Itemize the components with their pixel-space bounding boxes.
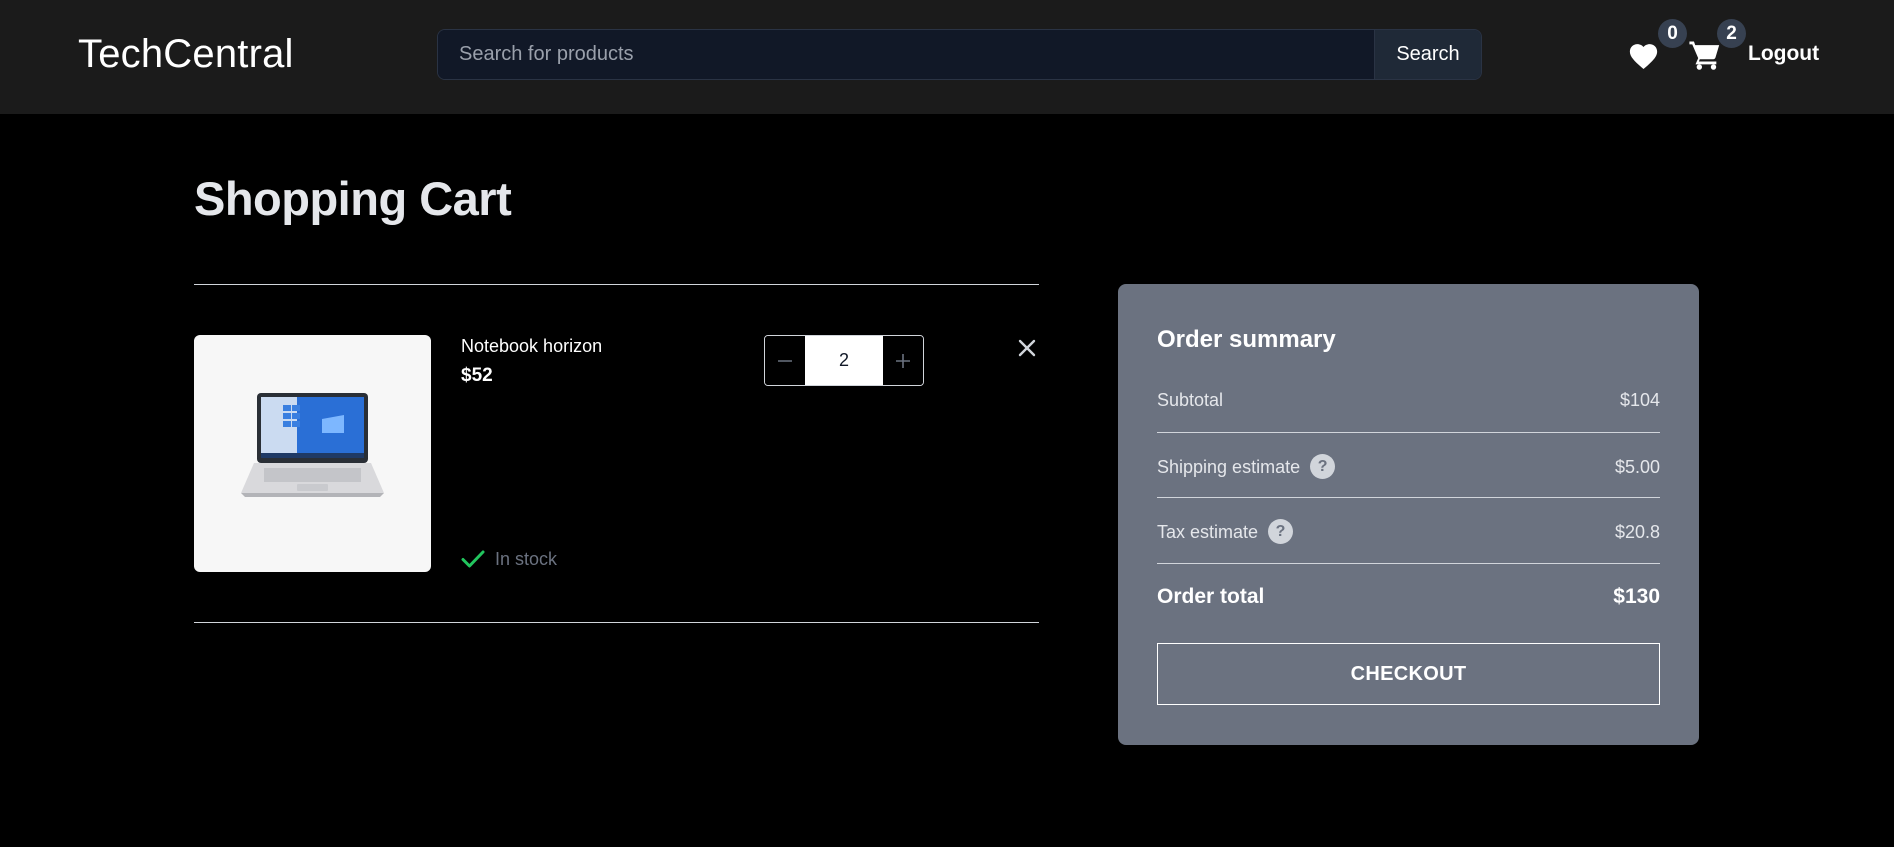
quantity-stepper — [764, 335, 924, 386]
increase-quantity-button[interactable] — [883, 336, 923, 385]
shipping-value: $5.00 — [1614, 456, 1660, 477]
tax-row: Tax estimate ? $20.8 — [1157, 519, 1660, 544]
product-price: $52 — [461, 365, 493, 386]
top-navbar: TechCentral Search 0 2 Logout — [0, 0, 1894, 114]
minus-icon — [778, 359, 792, 362]
search-button[interactable]: Search — [1374, 30, 1481, 79]
wishlist-count-badge: 0 — [1658, 19, 1687, 48]
decrease-quantity-button[interactable] — [765, 336, 805, 385]
remove-item-button[interactable] — [1015, 336, 1039, 360]
page-title: Shopping Cart — [194, 172, 512, 225]
subtotal-value: $104 — [1619, 390, 1660, 410]
summary-divider — [1157, 497, 1660, 498]
check-icon — [461, 550, 485, 568]
brand-logo[interactable]: TechCentral — [78, 30, 294, 78]
product-name-link[interactable]: Notebook horizon — [461, 334, 602, 358]
stock-status-text: In stock — [495, 549, 558, 569]
tax-help-icon[interactable]: ? — [1268, 519, 1294, 544]
order-summary-panel: Order summary Subtotal $104 Shipping est… — [1118, 284, 1699, 745]
shipping-row: Shipping estimate ? $5.00 — [1157, 454, 1660, 479]
cart-divider-bottom — [194, 622, 1039, 623]
search-form: Search — [437, 29, 1482, 80]
stock-status: In stock — [461, 547, 557, 571]
summary-divider — [1157, 432, 1660, 433]
shipping-label: Shipping estimate — [1157, 456, 1301, 477]
cart-count-badge: 2 — [1717, 19, 1746, 48]
checkout-button[interactable]: CHECKOUT — [1157, 643, 1660, 705]
subtotal-row: Subtotal $104 — [1157, 388, 1660, 412]
search-input[interactable] — [438, 30, 1374, 79]
order-summary-title: Order summary — [1157, 326, 1336, 353]
cart-icon[interactable] — [1688, 39, 1722, 71]
heart-icon[interactable] — [1627, 40, 1660, 70]
close-icon — [1018, 339, 1036, 357]
shipping-help-icon[interactable]: ? — [1310, 454, 1336, 479]
summary-divider — [1157, 563, 1660, 564]
order-total-row: Order total $130 — [1157, 585, 1660, 609]
order-total-value: $130 — [1613, 585, 1660, 608]
plus-icon — [896, 353, 910, 368]
tax-label: Tax estimate — [1157, 521, 1259, 542]
tax-value: $20.8 — [1614, 521, 1660, 542]
quantity-input[interactable] — [805, 336, 883, 385]
tax-label-group: Tax estimate ? — [1157, 519, 1294, 544]
product-image[interactable] — [194, 335, 431, 572]
order-total-label: Order total — [1157, 585, 1265, 608]
subtotal-label: Subtotal — [1157, 390, 1224, 410]
shipping-label-group: Shipping estimate ? — [1157, 454, 1336, 479]
logout-link[interactable]: Logout — [1748, 40, 1819, 68]
cart-divider-top — [194, 284, 1039, 285]
